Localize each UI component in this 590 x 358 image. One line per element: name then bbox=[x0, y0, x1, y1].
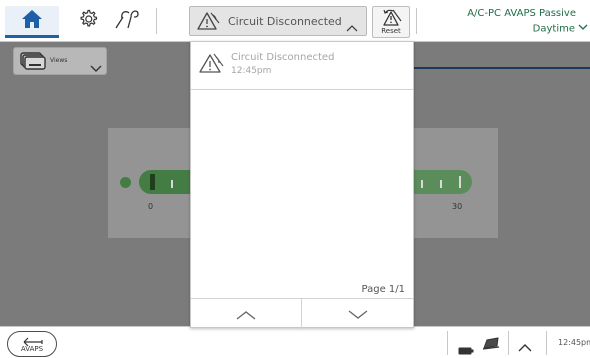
home-button[interactable] bbox=[5, 6, 59, 38]
divider bbox=[447, 331, 448, 355]
ac-plug-icon bbox=[481, 335, 501, 354]
alarm-banner-text: Circuit Disconnected bbox=[228, 15, 342, 28]
callout-line bbox=[400, 67, 590, 69]
alarm-banner[interactable]: Circuit Disconnected bbox=[189, 6, 367, 36]
chevron-down-icon bbox=[90, 58, 102, 77]
gauge-max-label: 30 bbox=[452, 202, 463, 211]
battery-icon bbox=[458, 340, 474, 358]
chevron-up-icon bbox=[346, 17, 358, 36]
wrench-screwdriver-icon bbox=[114, 8, 140, 34]
divider bbox=[156, 8, 157, 34]
top-bar: Circuit Disconnected Reset A/C-PC AVAPS … bbox=[0, 0, 590, 42]
avaps-button[interactable]: AVAPS bbox=[7, 331, 57, 357]
mode-subtitle-label: Daytime bbox=[532, 23, 575, 35]
gauge-tick bbox=[440, 180, 442, 188]
bottom-bar: AVAPS 12:45pm bbox=[0, 326, 590, 358]
gauge-tick bbox=[421, 180, 423, 188]
views-button[interactable]: Views bbox=[13, 47, 107, 75]
ventilation-mode-subtitle[interactable]: Daytime bbox=[533, 23, 588, 35]
page-up-button[interactable] bbox=[191, 299, 302, 329]
chevron-up-icon[interactable] bbox=[518, 337, 532, 356]
muted-alarm-triangle-icon bbox=[199, 52, 225, 78]
settings-button[interactable] bbox=[74, 7, 102, 35]
page-indicator: Page 1/1 bbox=[361, 284, 405, 295]
gauge-tick bbox=[171, 180, 173, 188]
gauge-bar-right bbox=[414, 170, 472, 194]
alarm-reset-button[interactable]: Reset bbox=[372, 6, 410, 38]
gauge-marker bbox=[150, 174, 155, 190]
gauge-indicator-dot bbox=[120, 177, 131, 188]
chevron-up-icon bbox=[236, 305, 256, 324]
clock: 12:45pm bbox=[558, 338, 590, 347]
gear-icon bbox=[77, 8, 99, 34]
alarm-item-time: 12:45pm bbox=[231, 66, 272, 76]
gauge-min-label: 0 bbox=[148, 202, 154, 211]
chevron-down-icon bbox=[348, 305, 368, 324]
list-item[interactable]: Circuit Disconnected 12:45pm bbox=[191, 42, 413, 90]
divider bbox=[416, 8, 417, 34]
reset-label: Reset bbox=[381, 27, 401, 35]
chevron-down-icon bbox=[578, 23, 588, 34]
gauge-bar-left bbox=[139, 170, 194, 194]
divider bbox=[508, 331, 509, 355]
home-icon bbox=[21, 9, 43, 33]
views-stack-icon bbox=[20, 52, 46, 74]
ventilation-mode-title[interactable]: A/C-PC AVAPS Passive bbox=[467, 8, 576, 19]
pager bbox=[191, 298, 413, 329]
avaps-label: AVAPS bbox=[20, 345, 44, 353]
alarm-item-title: Circuit Disconnected bbox=[231, 52, 335, 63]
gauge-tick bbox=[459, 176, 461, 188]
views-label: Views bbox=[50, 57, 68, 64]
alarm-list-panel: Circuit Disconnected 12:45pm Page 1/1 bbox=[190, 41, 414, 329]
muted-alarm-triangle-icon bbox=[197, 11, 221, 35]
tools-button[interactable] bbox=[113, 7, 141, 35]
divider bbox=[546, 331, 547, 355]
page-down-button[interactable] bbox=[302, 299, 413, 329]
